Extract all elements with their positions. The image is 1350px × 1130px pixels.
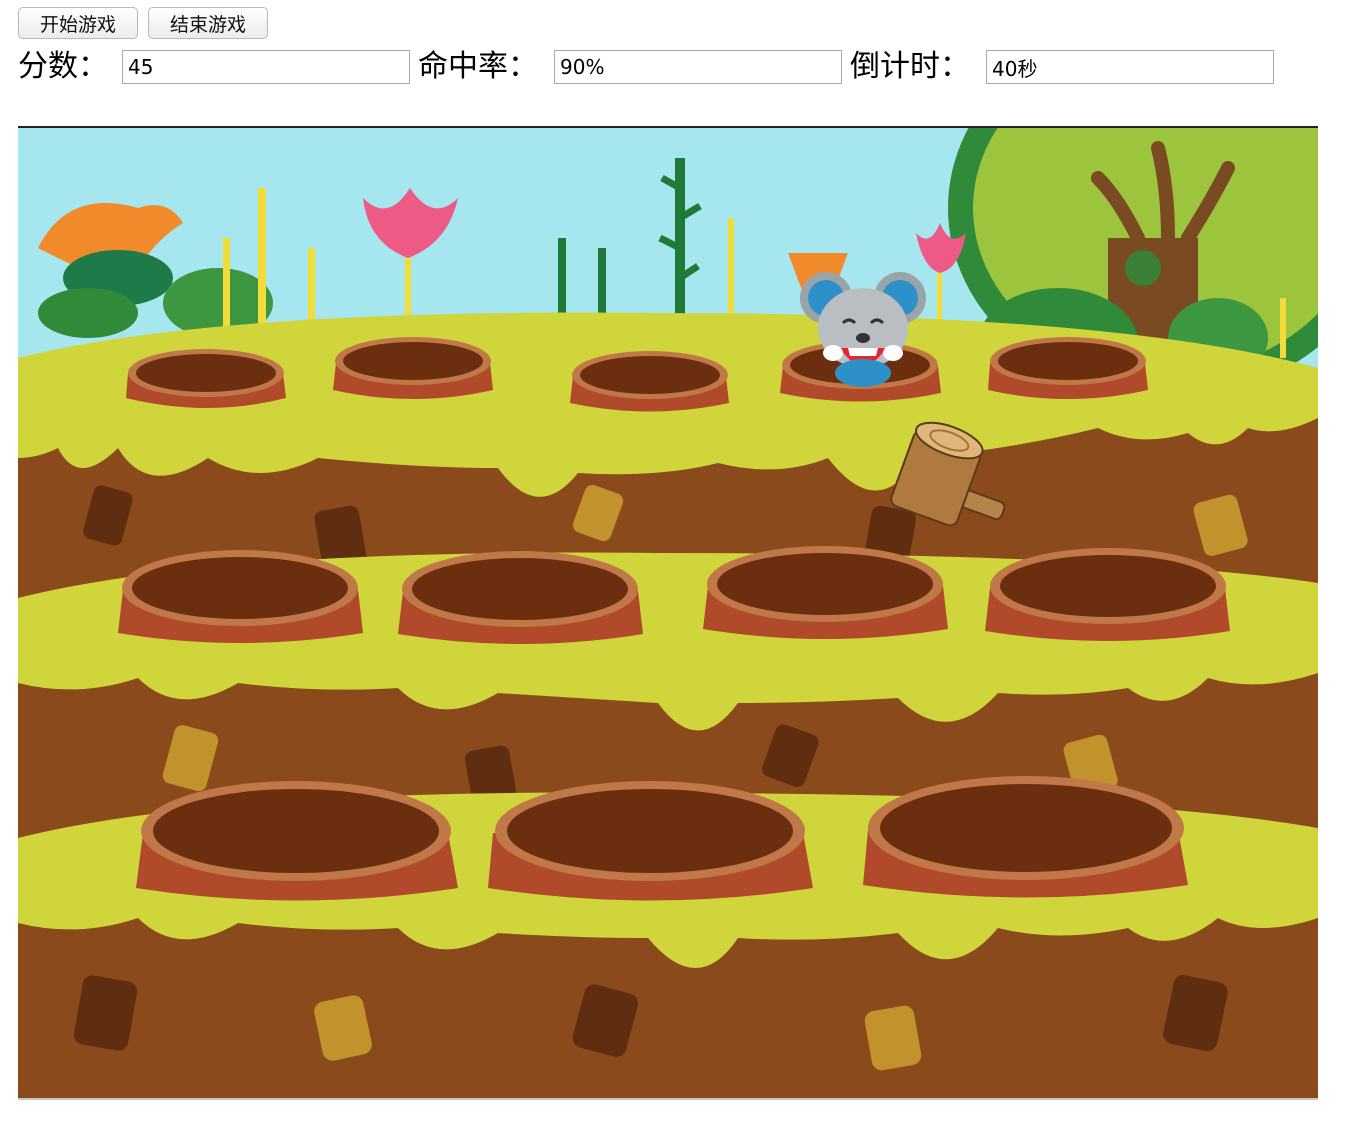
- accuracy-field[interactable]: [554, 50, 842, 84]
- end-game-button[interactable]: 结束游戏: [148, 7, 268, 39]
- score-field[interactable]: [122, 50, 410, 84]
- accuracy-label: 命中率：: [418, 49, 538, 84]
- game-board[interactable]: [18, 126, 1318, 1100]
- countdown-field[interactable]: [986, 50, 1274, 84]
- game-scene: [18, 128, 1318, 1100]
- dirt-cliffs: [18, 398, 1318, 1100]
- board-bottom-border: [18, 1098, 1318, 1100]
- hole-8[interactable]: [703, 546, 948, 639]
- hole-6[interactable]: [118, 550, 363, 643]
- hole-1[interactable]: [126, 349, 286, 408]
- hole-5[interactable]: [988, 337, 1148, 399]
- hole-7[interactable]: [398, 551, 643, 644]
- hole-2[interactable]: [333, 337, 493, 399]
- hole-10[interactable]: [136, 781, 458, 901]
- hole-3[interactable]: [570, 351, 729, 412]
- hole-11[interactable]: [488, 781, 813, 901]
- score-label: 分数：: [18, 49, 108, 84]
- start-game-button[interactable]: 开始游戏: [18, 7, 138, 39]
- hole-12[interactable]: [863, 776, 1188, 898]
- countdown-label: 倒计时：: [850, 49, 970, 84]
- hole-9[interactable]: [985, 548, 1230, 641]
